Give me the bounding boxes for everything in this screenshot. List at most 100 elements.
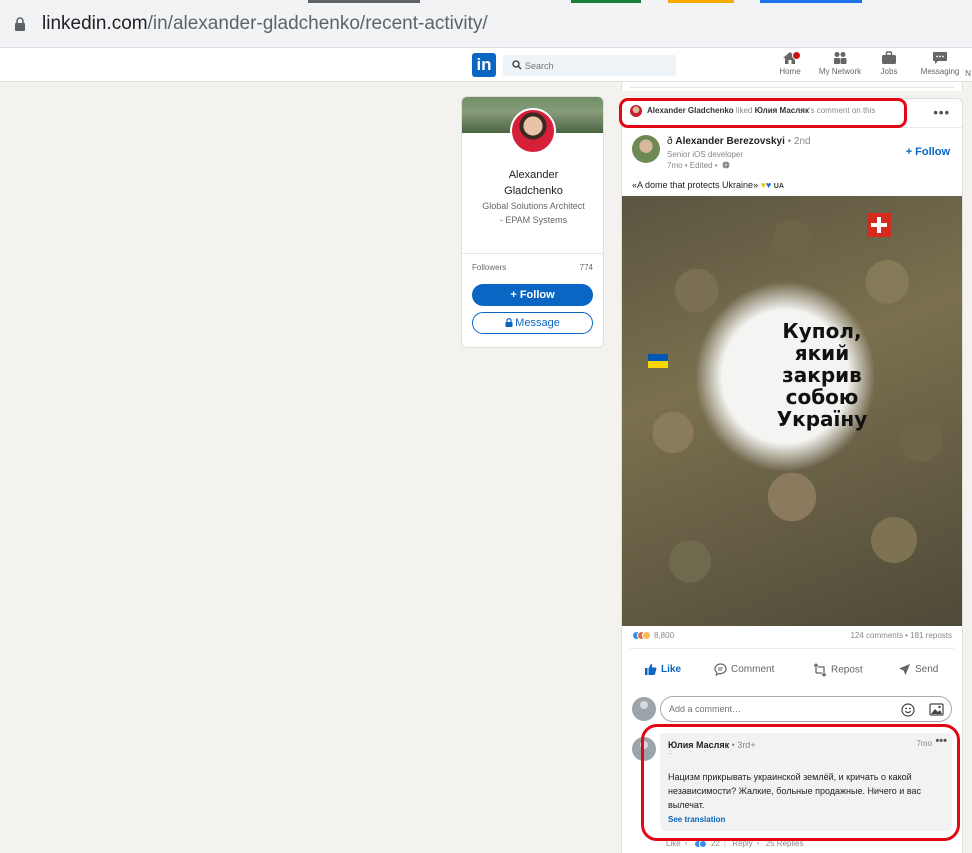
divider [630,648,954,649]
heart-reaction-icon [642,631,651,641]
activity-header[interactable]: Alexander Gladchenko liked Юлия Масляк's… [630,105,875,121]
profile-follow-button[interactable]: + Follow [472,284,593,306]
send-button[interactable]: Send [898,663,938,676]
nav-notifications-label: N [965,69,971,78]
comment-more-icon[interactable]: ••• [935,735,947,747]
comment-time: 7mo [916,739,932,748]
author-name[interactable]: ð Alexander Berezovskyi • 2nd [667,136,811,147]
browser-address-bar[interactable]: linkedin.com/in/alexander-gladchenko/rec… [0,0,972,48]
ukraine-flag-patch [648,354,668,368]
activity-avatar [630,105,642,117]
author-headline: Senior iOS developer [667,150,744,159]
comments-reposts-count[interactable]: 124 comments • 181 reposts [850,631,952,640]
nav-jobs-label: Jobs [880,67,898,76]
post-stats: 8,800 124 comments • 181 reposts [632,631,952,643]
notification-badge [792,51,801,60]
send-icon [899,664,910,675]
post-text: «A dome that protects Ukraine» ♥♥ UA [632,180,784,190]
reactions-summary[interactable]: 8,800 [632,631,675,641]
nav-my-network[interactable]: My Network [815,51,865,76]
feed-post: Alexander Gladchenko liked Юлия Масляк's… [621,98,963,853]
activity-suffix: 's comment on this [808,106,876,116]
like-label: Like [661,664,682,676]
blue-heart-icon: ♥ [765,180,772,190]
message-label: Message [515,317,560,329]
comment: Юлия Масляк • 3rd+ -- 7mo ••• Нацизм при… [660,733,952,831]
profile-headline: Global Solutions Architect - EPAM System… [482,201,585,225]
post-timestamp: 7mo • Edited • [667,161,730,170]
commenter-degree: • 3rd+ [729,740,756,750]
emoji-icon[interactable] [901,703,915,717]
separator: | [723,839,726,848]
lock-icon[interactable] [14,17,26,31]
comment-icon [714,663,727,677]
nav-home[interactable]: Home [778,51,802,76]
previous-post-bottom [621,82,963,91]
browser-tab-indicator [308,0,420,3]
separator: • [756,839,760,848]
profile-name[interactable]: Alexander Gladchenko [462,167,603,199]
profile-divider [462,253,603,254]
like-button[interactable]: Like [644,663,681,676]
post-follow-button[interactable]: + Follow [906,146,950,158]
followers-label: Followers [472,263,507,272]
activity-verb: liked [733,106,755,116]
browser-tab-indicator [760,0,862,3]
search-bar[interactable] [503,55,676,76]
nav-my-network-label: My Network [818,67,862,76]
comment-reply-button[interactable]: Reply [732,839,752,848]
send-label: Send [915,664,939,676]
swiss-flag-patch [867,213,891,237]
profile-message-button[interactable]: Message [472,312,593,334]
author-name-text: Alexander Berezovskyi [675,136,785,147]
nav-jobs[interactable]: Jobs [877,51,901,76]
url-text[interactable]: linkedin.com/in/alexander-gladchenko/rec… [42,13,488,35]
comment-label: Comment [731,664,775,676]
author-degree: • 2nd [784,136,811,147]
divider [630,87,954,88]
comment-like-button[interactable]: Like [666,839,681,848]
author-avatar[interactable] [632,135,660,163]
post-text-content: «A dome that protects Ukraine» [632,180,759,190]
globe-icon [722,161,730,169]
commenter-avatar[interactable] [632,737,656,761]
comment-input[interactable] [669,702,889,716]
nav-home-label: Home [779,67,801,76]
my-avatar [632,697,656,721]
post-time-text: 7mo • Edited • [667,161,718,170]
comment-box[interactable] [660,696,952,722]
activity-actor: Alexander Gladchenko [647,106,734,116]
comment-text: Нацизм прикрывать украинской землёй, и к… [668,772,922,810]
chat-icon [933,52,947,64]
url-path: /in/alexander-gladchenko/recent-activity… [147,13,488,34]
search-icon [512,60,522,70]
url-host: linkedin.com [42,13,148,34]
post-actions: Like Comment Repost Send [622,655,962,685]
image-icon[interactable] [929,703,944,716]
briefcase-icon [882,51,896,64]
nav-messaging[interactable]: Messaging [918,51,962,76]
search-input[interactable] [525,57,670,74]
comment-button[interactable]: Comment [714,663,775,677]
comment-footer: Like • 22 | Reply • 25 Replies [666,839,804,848]
repost-label: Repost [831,664,863,676]
comment-reaction-count: 22 [710,839,720,848]
nav-notifications-cutoff[interactable]: N [964,51,972,78]
profile-avatar[interactable] [510,108,556,154]
browser-tab-indicator [571,0,641,3]
see-translation-link[interactable]: See translation [668,815,725,824]
commenter-name[interactable]: Юлия Масляк • 3rd+ [668,740,756,750]
lock-icon [505,318,513,327]
more-options-icon[interactable]: ••• [933,105,950,120]
repost-button[interactable]: Repost [813,663,863,677]
nav-messaging-label: Messaging [920,67,960,76]
browser-tab-indicator [668,0,734,3]
profile-name-line2: Gladchenko [504,185,563,197]
post-image[interactable]: Купол, який закрив собою Україну [622,196,962,626]
linkedin-logo[interactable]: in [472,53,496,77]
linkedin-top-nav: in Home My Network Jobs Messaging [0,48,972,82]
reactions-count: 8,800 [654,631,675,641]
comment-replies-count[interactable]: 25 Replies [766,839,804,848]
followers-count: 774 [579,263,593,272]
profile-name-line1: Alexander [508,169,559,181]
